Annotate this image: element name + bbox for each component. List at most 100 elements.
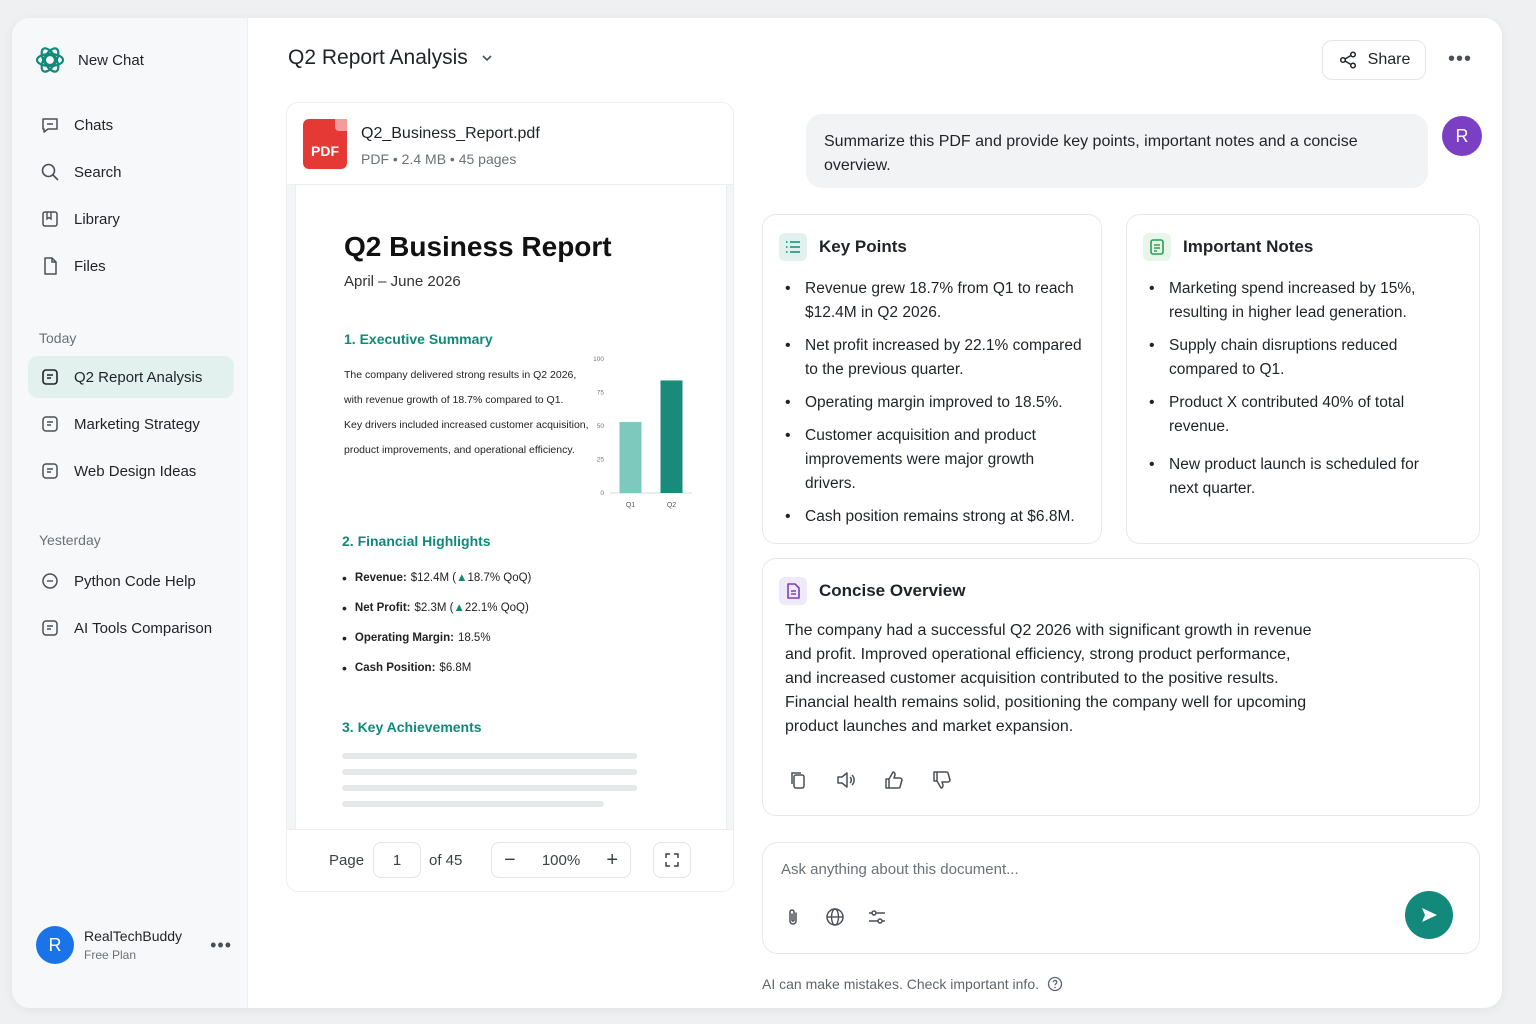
list-item: Marketing spend increased by 15%, result… [1149, 277, 1449, 325]
placeholder-line [342, 753, 637, 759]
doc-subtitle: April – June 2026 [344, 273, 461, 290]
fin-item: Cash Position:$6.8M [342, 653, 531, 683]
message-input[interactable] [781, 857, 1381, 881]
history-item-q2-report[interactable]: Q2 Report Analysis [28, 356, 234, 398]
list-icon [779, 233, 807, 261]
composer [762, 842, 1480, 954]
placeholder-line [342, 785, 637, 791]
copy-icon[interactable] [787, 769, 809, 791]
fullscreen-button[interactable] [653, 842, 691, 878]
fin-item: Net Profit:$2.3M (▲ 22.1% QoQ) [342, 593, 531, 623]
speaker-icon[interactable] [835, 769, 857, 791]
disclaimer: AI can make mistakes. Check important in… [762, 976, 1063, 992]
thumbs-up-icon[interactable] [883, 769, 905, 791]
user-menu-icon[interactable]: ••• [210, 935, 232, 956]
important-notes-list: Marketing spend increased by 15%, result… [1149, 277, 1449, 510]
conversation-title-dropdown[interactable]: Q2 Report Analysis [288, 46, 494, 70]
doc-section-3: 3. Key Achievements [342, 719, 482, 735]
y-tick-label: 0 [600, 490, 604, 497]
pdf-file-icon: PDF [303, 119, 347, 169]
concise-overview-card: Concise Overview The company had a succe… [762, 558, 1480, 816]
doc-line: Key drivers included increased customer … [344, 419, 589, 431]
zoom-control: − 100% + [491, 842, 631, 878]
card-title: Key Points [819, 237, 907, 256]
doc-line: product improvements, and operational ef… [344, 444, 575, 456]
history-item-python[interactable]: Python Code Help [28, 560, 234, 602]
key-points-list: Revenue grew 18.7% from Q1 to reach $12.… [785, 277, 1085, 538]
fin-item: Operating Margin:18.5% [342, 623, 531, 653]
nav-search[interactable]: Search [28, 151, 234, 193]
overview-text: The company had a successful Q2 2026 wit… [785, 622, 1312, 735]
zoom-in-button[interactable]: + [606, 849, 618, 872]
page-number-input[interactable]: 1 [373, 842, 421, 878]
share-button[interactable]: Share [1322, 40, 1426, 80]
section-today: Today [39, 330, 77, 346]
library-icon [42, 211, 58, 227]
avatar: R [36, 926, 74, 964]
list-item: Revenue grew 18.7% from Q1 to reach $12.… [785, 277, 1085, 325]
doc-title: Q2 Business Report [344, 231, 612, 262]
history-label: Python Code Help [74, 572, 196, 590]
chat-bubble-icon [42, 573, 58, 589]
sliders-icon[interactable] [867, 907, 887, 927]
send-button[interactable] [1405, 891, 1453, 939]
y-tick-label: 75 [597, 390, 605, 397]
file-icon [44, 257, 57, 275]
chat-icon [42, 118, 58, 133]
x-tick-label: Q2 [667, 502, 676, 509]
avatar: R [1442, 116, 1482, 156]
file-meta: PDF • 2.4 MB • 45 pages [361, 151, 517, 167]
search-icon [41, 163, 59, 181]
nav-library[interactable]: Library [28, 198, 234, 240]
nav-label: Library [74, 210, 120, 228]
history-label: Web Design Ideas [74, 462, 197, 480]
y-tick-label: 100 [593, 356, 604, 363]
nav-label: Files [74, 257, 106, 275]
card-title: Concise Overview [819, 581, 966, 600]
placeholder-line [342, 801, 604, 807]
list-item: Net profit increased by 22.1% compared t… [785, 334, 1085, 382]
user-message: Summarize this PDF and provide key point… [806, 114, 1428, 188]
more-options-icon[interactable]: ••• [1448, 48, 1472, 71]
bar-q1 [619, 421, 642, 493]
file-name: Q2_Business_Report.pdf [361, 125, 540, 142]
page-label: Page [329, 852, 365, 869]
history-item-ai-tools[interactable]: AI Tools Comparison [28, 607, 234, 649]
y-tick-label: 50 [597, 423, 605, 430]
card-title: Important Notes [1183, 237, 1314, 256]
thumbs-down-icon[interactable] [931, 769, 953, 791]
app-window: New Chat Chats Search Library Files Toda… [12, 18, 1502, 1008]
doc-line: The company delivered strong results in … [344, 369, 577, 381]
history-item-web-design[interactable]: Web Design Ideas [28, 450, 234, 492]
doc-paragraph: The company delivered strong results in … [344, 363, 594, 463]
new-chat-label: New Chat [78, 51, 144, 69]
paperclip-icon[interactable] [783, 907, 803, 927]
fullscreen-icon [665, 853, 679, 867]
nav-files[interactable]: Files [28, 245, 234, 287]
page-count: of 45 [429, 852, 463, 869]
important-notes-card: Important Notes Marketing spend increase… [1126, 214, 1480, 544]
history-label: AI Tools Comparison [74, 619, 213, 637]
section-yesterday: Yesterday [39, 532, 101, 548]
message-actions [787, 769, 953, 791]
nav-chats[interactable]: Chats [28, 104, 234, 146]
help-icon[interactable] [1047, 976, 1063, 992]
user-profile[interactable]: R RealTechBuddy Free Plan ••• [36, 926, 232, 964]
main-nav: Chats Search Library Files [28, 104, 234, 292]
globe-icon[interactable] [825, 907, 845, 927]
user-name: RealTechBuddy [84, 928, 183, 944]
y-tick-label: 25 [597, 457, 605, 464]
placeholder-line [342, 769, 637, 775]
yesterday-list: Python Code Help AI Tools Comparison [28, 560, 234, 654]
pdf-page[interactable]: Q2 Business Report April – June 2026 1. … [296, 185, 726, 833]
zoom-out-button[interactable]: − [504, 849, 516, 872]
disclaimer-text: AI can make mistakes. Check important in… [762, 976, 1039, 992]
new-chat-button[interactable]: New Chat [34, 44, 144, 76]
nav-label: Search [74, 163, 122, 181]
list-item: Operating margin improved to 18.5%. [785, 391, 1085, 415]
doc-line: with revenue growth of 18.7% compared to… [344, 394, 564, 406]
history-item-marketing[interactable]: Marketing Strategy [28, 403, 234, 445]
doc-section-1: 1. Executive Summary [344, 331, 493, 347]
user-plan: Free Plan [84, 948, 137, 962]
financial-highlights: Revenue:$12.4M (▲ 18.7% QoQ) Net Profit:… [342, 563, 531, 683]
